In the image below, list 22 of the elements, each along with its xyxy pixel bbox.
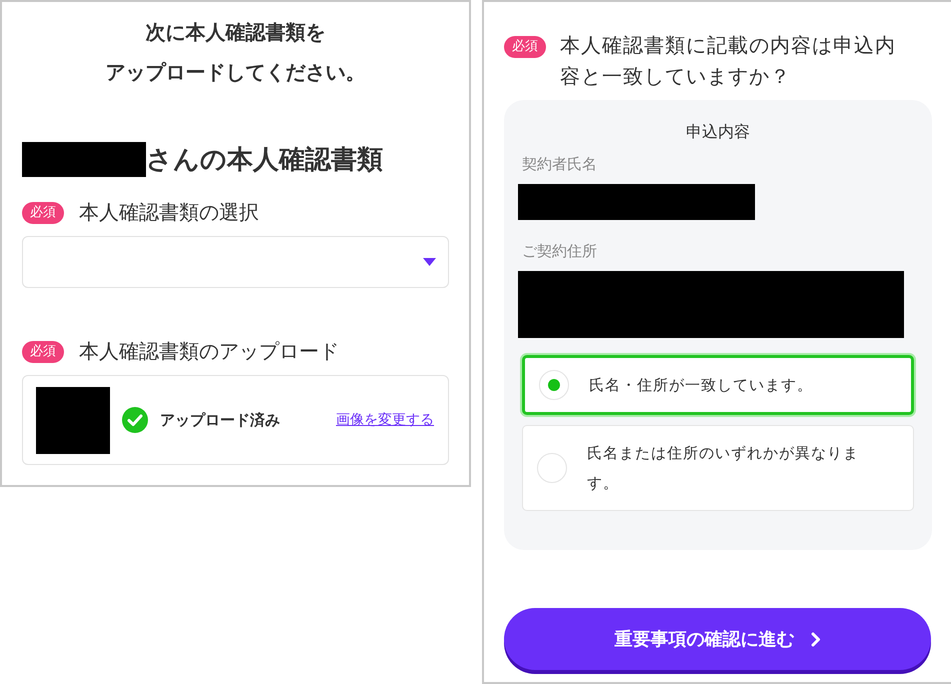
upload-status: アップロード済み	[160, 410, 280, 430]
page-title: 次に本人確認書類を	[144, 19, 326, 46]
page-title: アップロードしてください。	[104, 59, 366, 86]
radio-icon	[539, 370, 569, 400]
chevron-right-icon	[810, 632, 820, 646]
radio-option[interactable]: 氏名または住所のいずれかが異なります。	[522, 425, 914, 511]
required-badge: 必須	[504, 36, 546, 58]
required-badge: 必須	[22, 202, 64, 224]
field-label: ご契約住所	[522, 242, 598, 261]
section-heading: さんの本人確認書類	[146, 144, 383, 177]
next-button[interactable]: 重要事項の確認に進む	[504, 608, 931, 670]
radio-icon	[537, 453, 567, 483]
field-label: 契約者氏名	[522, 155, 598, 174]
summary-title: 申込内容	[685, 122, 751, 143]
question-text: 本人確認書類に記載の内容は申込内容と一致していますか？	[560, 32, 897, 90]
caret-icon	[423, 258, 436, 266]
document-select[interactable]	[22, 236, 449, 288]
change-image-link[interactable]: 画像を変更する	[336, 411, 434, 429]
required-badge: 必須	[22, 340, 64, 362]
field-label: 本人確認書類のアップロード	[79, 338, 339, 365]
field-label: 本人確認書類の選択	[79, 199, 259, 226]
radio-option[interactable]: 氏名・住所が一致しています。	[522, 355, 914, 415]
